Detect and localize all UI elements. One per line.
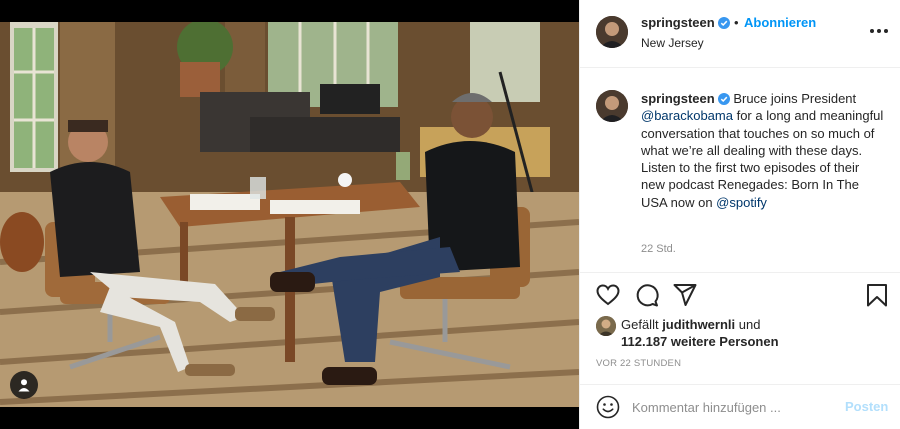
caption-body: Bruce joins President (733, 91, 857, 106)
post-sidebar: springsteen • Abonnieren New Jersey spri… (579, 0, 900, 429)
mention-link[interactable]: @spotify (716, 195, 767, 210)
comment-bar: Posten (580, 384, 900, 429)
more-options-dot (884, 29, 888, 33)
smiley-icon[interactable] (596, 395, 620, 419)
bookmark-icon[interactable] (864, 282, 890, 308)
likes-conjunction: und (735, 317, 761, 332)
location-link[interactable]: New Jersey (641, 36, 704, 50)
avatar-photo (596, 90, 628, 122)
avatar-photo (596, 16, 628, 48)
heart-icon[interactable] (595, 282, 621, 308)
caption-area: springsteen Bruce joins President @barac… (580, 68, 900, 273)
likes-line: Gefällt judithwernli und (621, 316, 760, 333)
user-tag-icon (18, 379, 30, 392)
follow-separator: • (734, 15, 739, 30)
comment-input[interactable] (632, 397, 832, 417)
likes-count-link[interactable]: 112.187 weitere Personen (621, 333, 779, 350)
comment-bubble-icon[interactable] (634, 282, 660, 308)
liker-avatar-photo (596, 316, 616, 336)
mention-link[interactable]: @barackobama (641, 108, 733, 123)
verified-badge-icon (717, 93, 730, 105)
username-text[interactable]: springsteen (641, 15, 715, 30)
liker-username[interactable]: judithwernli (662, 317, 735, 332)
tag-user-button[interactable] (10, 371, 38, 399)
likes-prefix: Gefällt (621, 317, 663, 332)
verified-badge-icon (717, 17, 730, 29)
avatar[interactable] (596, 16, 628, 48)
post-media (0, 0, 579, 429)
post-photo[interactable] (0, 22, 579, 407)
more-options-icon (870, 29, 874, 33)
post-date[interactable]: VOR 22 STUNDEN (596, 358, 681, 369)
post-comment-button[interactable]: Posten (845, 399, 888, 414)
more-options-button[interactable] (870, 24, 890, 38)
liker-avatar[interactable] (596, 316, 616, 336)
more-options-dot (877, 29, 881, 33)
post-header: springsteen • Abonnieren New Jersey (580, 0, 900, 68)
caption-text: springsteen Bruce joins President @barac… (641, 90, 886, 211)
caption-timestamp[interactable]: 22 Std. (641, 243, 676, 255)
photo-illustration (0, 22, 579, 407)
follow-button[interactable]: Abonnieren (744, 15, 816, 30)
paper-plane-icon[interactable] (672, 282, 698, 308)
header-username[interactable]: springsteen (641, 15, 730, 30)
action-bar (580, 280, 900, 312)
caption-username[interactable]: springsteen (641, 91, 715, 106)
avatar[interactable] (596, 90, 628, 122)
